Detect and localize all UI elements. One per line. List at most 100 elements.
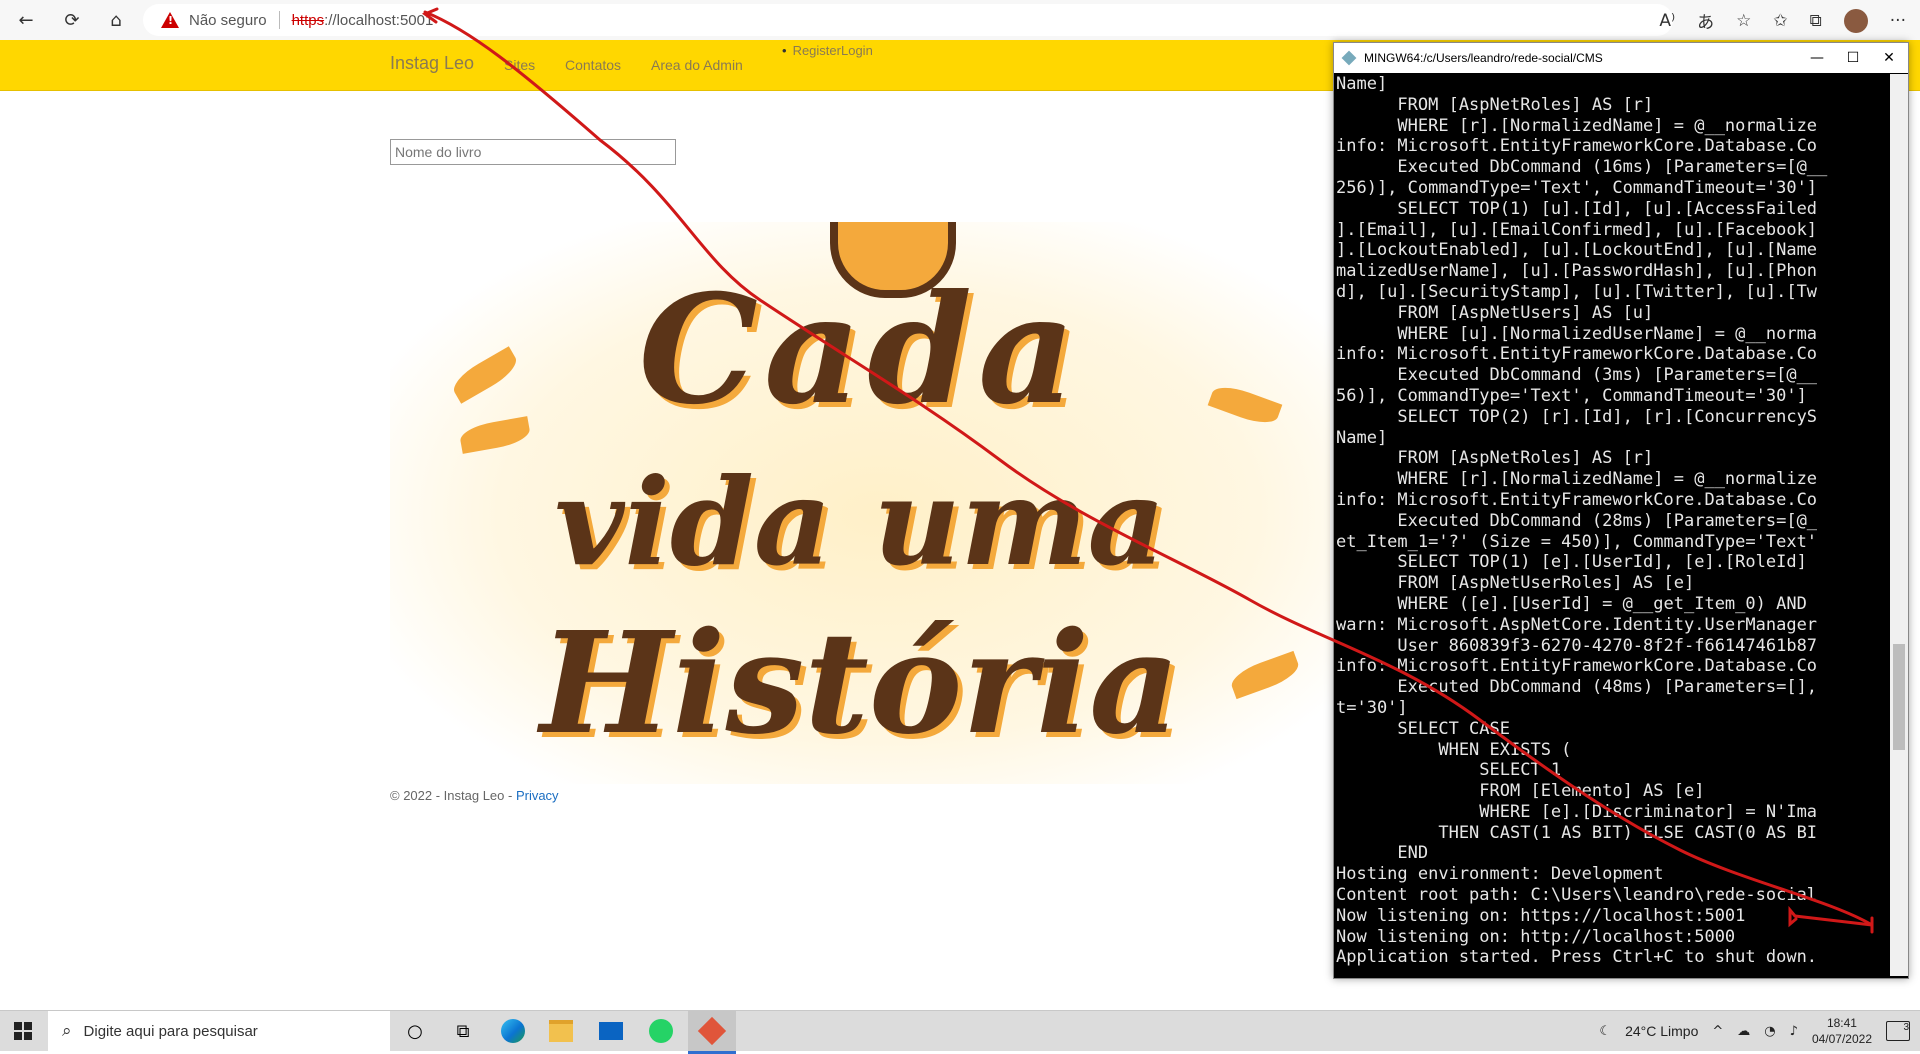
search-icon: ⌕ — [62, 1021, 72, 1041]
git-bash-taskbar-icon[interactable] — [697, 1016, 727, 1046]
clock-date: 04/07/2022 — [1811, 1032, 1872, 1046]
weather-text[interactable]: 24°C Limpo — [1625, 1023, 1698, 1039]
terminal-line: Now listening on: http://localhost:5000 — [1336, 926, 1736, 947]
terminal-line: t='30'] — [1336, 697, 1408, 718]
address-separator — [278, 11, 280, 29]
terminal-output[interactable]: Name] FROM [AspNetRoles] AS [r] WHERE [r… — [1336, 74, 1888, 976]
volume-icon[interactable]: ♪ — [1790, 1024, 1798, 1039]
profile-avatar[interactable] — [1843, 8, 1868, 33]
book-search-input[interactable] — [390, 139, 676, 165]
clock[interactable]: 18:41 04/07/2022 — [1812, 1015, 1872, 1047]
git-bash-icon — [1341, 50, 1357, 66]
footer-text: © 2022 - Instag Leo - — [390, 788, 516, 803]
back-icon[interactable]: ← — [12, 6, 40, 34]
site-brand[interactable]: Instag Leo — [390, 53, 474, 74]
hero-image: Cada vida uma História — [390, 222, 1330, 784]
folder-shape — [549, 1020, 573, 1042]
register-link[interactable]: Register — [793, 43, 841, 58]
terminal-line: Now listening on: https://localhost:5001 — [1336, 905, 1746, 926]
terminal-title: MINGW64:/c/Users/leandro/rede-social/CMS — [1364, 51, 1603, 65]
weather-icon[interactable]: ☾ — [1599, 1024, 1611, 1039]
onedrive-icon[interactable]: ☁ — [1737, 1024, 1750, 1039]
terminal-line: FROM [AspNetUserRoles] AS [e] — [1336, 573, 1695, 594]
chevron-up-icon[interactable]: ^ — [1712, 1024, 1723, 1039]
terminal-line: Name] — [1336, 427, 1388, 448]
nav-link-admin[interactable]: Area do Admin — [651, 57, 743, 73]
terminal-line: FROM [Elemento] AS [e] — [1336, 781, 1705, 802]
taskbar: ⌕ Digite aqui para pesquisar ○ ⧉ ☾ 24°C … — [0, 1010, 1920, 1054]
site-footer: © 2022 - Instag Leo - Privacy — [390, 788, 559, 803]
privacy-link[interactable]: Privacy — [516, 788, 559, 803]
login-link[interactable]: Login — [841, 43, 873, 58]
terminal-line: FROM [AspNetUsers] AS [u] — [1336, 302, 1654, 323]
system-tray: ☾ 24°C Limpo ^ ☁ ◔ ♪ 18:41 04/07/2022 3 — [1599, 1011, 1910, 1051]
terminal-line: SELECT TOP(2) [r].[Id], [r].[Concurrency… — [1336, 406, 1818, 427]
nav-link-contatos[interactable]: Contatos — [565, 57, 621, 73]
terminal-line: Executed DbCommand (16ms) [Parameters=[@… — [1336, 157, 1828, 178]
favorites-icon[interactable]: ✩ — [1773, 11, 1787, 31]
terminal-line: FROM [AspNetRoles] AS [r] — [1336, 448, 1654, 469]
terminal-line: Executed DbCommand (48ms) [Parameters=[]… — [1336, 677, 1818, 698]
terminal-line: ].[Email], [u].[EmailConfirmed], [u].[Fa… — [1336, 219, 1818, 240]
terminal-line: WHERE [r].[NormalizedName] = @__normaliz… — [1336, 115, 1818, 136]
home-icon[interactable]: ⌂ — [102, 6, 130, 34]
terminal-line: Executed DbCommand (3ms) [Parameters=[@_… — [1336, 365, 1818, 386]
nav-link-sites[interactable]: Sites — [504, 57, 535, 73]
notification-icon[interactable]: 3 — [1886, 1021, 1910, 1041]
mail-icon[interactable] — [596, 1017, 626, 1045]
security-label[interactable]: Não seguro — [189, 12, 267, 29]
whatsapp-icon[interactable] — [646, 1017, 676, 1045]
url-text[interactable]: https://localhost:5001 — [292, 12, 434, 29]
terminal-line: WHERE ([e].[UserId] = @__get_Item_0) AND — [1336, 593, 1807, 614]
maximize-icon[interactable]: ☐ — [1842, 47, 1864, 69]
whatsapp-shape — [649, 1019, 673, 1043]
terminal-line: Executed DbCommand (28ms) [Parameters=[@… — [1336, 510, 1818, 531]
translate-icon[interactable]: あ — [1697, 8, 1714, 33]
taskbar-search-placeholder: Digite aqui para pesquisar — [83, 1022, 258, 1040]
terminal-line: info: Microsoft.EntityFrameworkCore.Data… — [1336, 344, 1818, 365]
hero-title-line2: vida uma — [554, 452, 1166, 593]
terminal-line: info: Microsoft.EntityFrameworkCore.Data… — [1336, 489, 1818, 510]
favorite-add-icon[interactable]: ☆ — [1736, 11, 1751, 31]
terminal-titlebar[interactable]: MINGW64:/c/Users/leandro/rede-social/CMS… — [1334, 43, 1908, 73]
terminal-line: warn: Microsoft.AspNetCore.Identity.User… — [1336, 614, 1818, 635]
close-icon[interactable]: ✕ — [1878, 47, 1900, 69]
cortana-icon[interactable]: ○ — [400, 1017, 430, 1045]
terminal-line: SELECT CASE — [1336, 718, 1510, 739]
terminal-scrollbar[interactable] — [1890, 74, 1908, 976]
collections-icon[interactable]: ⧉ — [1810, 11, 1822, 31]
url-host: ://localhost:5001 — [324, 11, 434, 29]
terminal-line: info: Microsoft.EntityFrameworkCore.Data… — [1336, 656, 1818, 677]
windows-start-icon[interactable] — [14, 1022, 32, 1040]
menu-icon[interactable]: ··· — [1890, 11, 1906, 31]
terminal-line: WHERE [e].[Discriminator] = N'Ima — [1336, 801, 1818, 822]
read-aloud-icon[interactable]: A⁾ — [1659, 11, 1675, 31]
terminal-line: User 860839f3-6270-4270-8f2f-f66147461b8… — [1336, 635, 1818, 656]
terminal-line: Content root path: C:\Users\leandro\rede… — [1336, 885, 1818, 906]
terminal-line: SELECT 1 — [1336, 760, 1562, 781]
terminal-line: FROM [AspNetRoles] AS [r] — [1336, 94, 1654, 115]
edge-icon[interactable] — [498, 1017, 528, 1045]
hero-title-line1: Cada — [638, 262, 1082, 438]
task-view-icon[interactable]: ⧉ — [448, 1017, 478, 1045]
address-bar[interactable]: Não seguro https://localhost:5001 — [143, 4, 1673, 36]
terminal-line: 56)], CommandType='Text', CommandTimeout… — [1336, 385, 1807, 406]
terminal-window[interactable]: MINGW64:/c/Users/leandro/rede-social/CMS… — [1333, 42, 1909, 979]
file-explorer-icon[interactable] — [546, 1017, 576, 1045]
warning-icon[interactable] — [161, 12, 179, 28]
terminal-line: END — [1336, 843, 1429, 864]
terminal-line: Hosting environment: Development — [1336, 864, 1664, 885]
clock-time: 18:41 — [1826, 1016, 1857, 1030]
scrollbar-thumb[interactable] — [1893, 644, 1905, 750]
terminal-line: Application started. Press Ctrl+C to shu… — [1336, 947, 1818, 968]
terminal-line: WHERE [u].[NormalizedUserName] = @__norm… — [1336, 323, 1818, 344]
taskbar-search[interactable]: ⌕ Digite aqui para pesquisar — [48, 1011, 390, 1051]
terminal-line: ].[LockoutEnabled], [u].[LockoutEnd], [u… — [1336, 240, 1818, 261]
terminal-line: WHERE [r].[NormalizedName] = @__normaliz… — [1336, 469, 1818, 490]
terminal-line: THEN CAST(1 AS BIT) ELSE CAST(0 AS BI — [1336, 822, 1818, 843]
edge-logo — [501, 1019, 525, 1043]
network-icon[interactable]: ◔ — [1764, 1024, 1775, 1039]
minimize-icon[interactable]: — — [1806, 47, 1828, 69]
terminal-line: d], [u].[SecurityStamp], [u].[Twitter], … — [1336, 281, 1818, 302]
reload-icon[interactable]: ⟳ — [58, 6, 86, 34]
